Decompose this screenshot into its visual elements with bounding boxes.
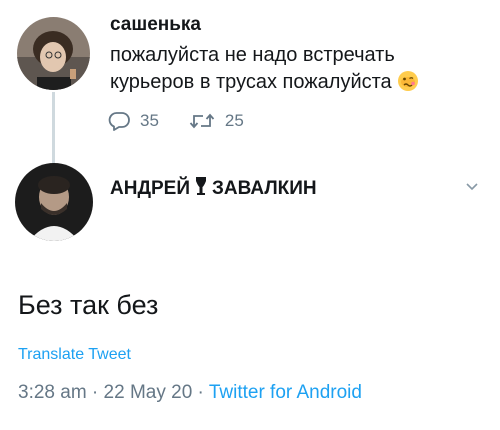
tweet1-author-name[interactable]: сашенька	[110, 14, 201, 36]
avatar-andrey-zavalkin[interactable]	[15, 163, 93, 241]
thread-connector-line	[52, 92, 55, 164]
retweet-count: 25	[224, 111, 244, 130]
reply-icon	[108, 112, 130, 131]
retweet-icon	[189, 113, 215, 129]
tweet-source-link[interactable]: Twitter for Android	[209, 382, 362, 403]
tweet-date: 22 May 20	[103, 382, 193, 403]
tweet1-actions: 35 25	[108, 110, 244, 132]
tweet-time: 3:28 am	[18, 382, 87, 403]
woozy-face-emoji	[397, 70, 419, 92]
meta-separator: ·	[86, 382, 104, 403]
reply-count: 35	[140, 111, 159, 130]
tweet-metadata: 3:28 am · 22 May 20 · Twitter for Androi…	[18, 382, 362, 404]
chalice-icon	[195, 177, 206, 201]
author-name-part1: АНДРЕЙ	[110, 178, 190, 199]
meta-separator: ·	[192, 382, 209, 403]
tweet2-author-name[interactable]: АНДРЕЙ ЗАВАЛКИН	[110, 177, 317, 201]
reply-button[interactable]: 35	[108, 111, 159, 131]
tweet2-text: Без так без	[18, 290, 159, 320]
retweet-button[interactable]: 25	[189, 111, 244, 131]
tweet1-body: пожалуйста не надо встречать курьеров в …	[110, 44, 395, 93]
author-name-part2: ЗАВАЛКИН	[211, 178, 317, 199]
avatar-sashenka[interactable]	[17, 17, 90, 90]
translate-tweet-link[interactable]: Translate Tweet	[18, 346, 131, 364]
chevron-down-icon[interactable]	[464, 178, 480, 194]
tweet1-text: пожалуйста не надо встречать курьеров в …	[110, 42, 470, 96]
